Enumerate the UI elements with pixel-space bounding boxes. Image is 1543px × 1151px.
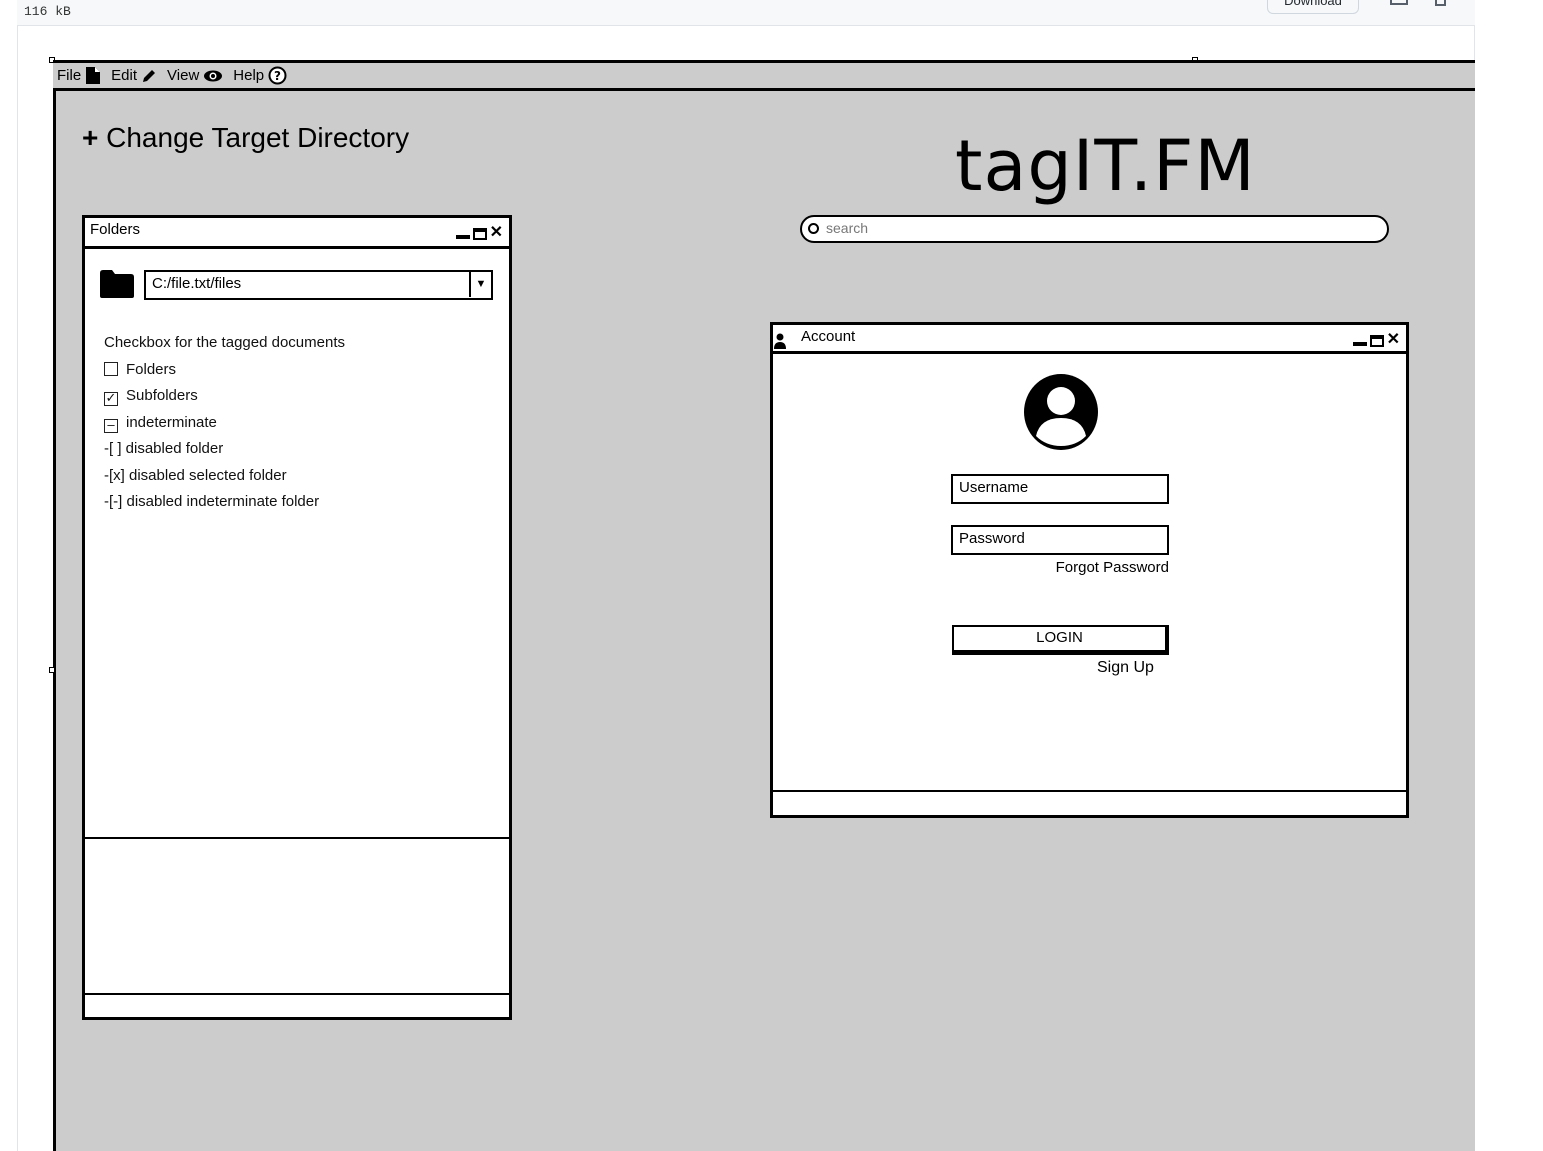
username-field[interactable]: Username	[951, 474, 1169, 504]
plus-icon: +	[82, 122, 99, 153]
menu-edit[interactable]: Edit	[111, 67, 137, 84]
search-icon	[808, 223, 819, 234]
menu-help[interactable]: Help	[233, 67, 264, 84]
checkbox-label: Subfolders	[126, 387, 198, 404]
close-icon[interactable]: ✕	[1387, 329, 1400, 349]
login-button[interactable]: LOGIN	[952, 625, 1169, 655]
folders-titlebar: Folders ✕	[85, 218, 509, 249]
divider	[85, 837, 509, 839]
checkbox-indeterminate[interactable]: – indeterminate	[104, 414, 494, 441]
checkbox-unchecked-icon	[104, 361, 118, 376]
eye-icon	[204, 70, 223, 81]
change-target-directory-link[interactable]: + Change Target Directory	[82, 122, 409, 154]
pencil-icon	[143, 69, 156, 82]
minimize-icon[interactable]	[1352, 342, 1367, 346]
folder-icon	[100, 270, 134, 298]
maximize-icon[interactable]	[472, 228, 487, 240]
app-logo: tagIT.FM	[955, 125, 1256, 207]
file-icon	[86, 67, 101, 84]
menu-view[interactable]: View	[167, 67, 199, 84]
download-button[interactable]: Download	[1267, 0, 1359, 14]
resize-handle[interactable]	[49, 667, 55, 673]
account-window: Account ✕ Username Password Forgot Passw…	[770, 322, 1409, 818]
file-size: 116 kB	[24, 4, 71, 19]
avatar-icon	[1024, 374, 1098, 450]
folders-window: Folders ✕ C:/file.txt/files ▼ Checkbox f…	[82, 215, 512, 1020]
maximize-icon[interactable]	[1369, 335, 1384, 347]
status-bar	[85, 993, 509, 995]
browser-toolbar	[17, 0, 1475, 26]
disabled-selected-folder: -[x] disabled selected folder	[104, 466, 287, 484]
chevron-down-icon[interactable]: ▼	[469, 272, 491, 297]
menu-bar: File Edit View Help ?	[53, 60, 1475, 91]
password-placeholder: Password	[959, 530, 1025, 547]
checkbox-caption: Checkbox for the tagged documents	[104, 334, 345, 351]
trash-icon[interactable]	[1435, 0, 1446, 6]
close-icon[interactable]: ✕	[490, 222, 503, 242]
change-target-directory-label: Change Target Directory	[106, 122, 410, 153]
search-input[interactable]: search	[800, 215, 1389, 243]
account-window-title: Account	[801, 328, 856, 345]
svg-text:?: ?	[274, 69, 281, 83]
checkbox-label: Folders	[126, 360, 177, 378]
disabled-folder: -[ ] disabled folder	[104, 440, 224, 457]
username-placeholder: Username	[959, 479, 1029, 496]
minimize-icon[interactable]	[455, 235, 470, 239]
checkbox-label: indeterminate	[126, 413, 217, 431]
checkbox-indeterminate-icon: –	[104, 418, 118, 433]
path-value: C:/file.txt/files	[152, 275, 242, 292]
checkbox-folders[interactable]: Folders	[104, 361, 494, 388]
checkbox-checked-icon: ✓	[104, 390, 118, 406]
search-placeholder: search	[826, 220, 869, 236]
path-combobox[interactable]: C:/file.txt/files ▼	[144, 270, 493, 300]
status-bar	[773, 790, 1406, 792]
menu-file[interactable]: File	[57, 67, 81, 84]
account-titlebar: Account ✕	[773, 325, 1406, 354]
password-field[interactable]: Password	[951, 525, 1169, 555]
forgot-password-link[interactable]: Forgot Password	[951, 559, 1169, 576]
disabled-indeterminate-folder: -[-] disabled indeterminate folder	[104, 493, 320, 510]
desktop-icon[interactable]	[1390, 0, 1408, 5]
checkbox-subfolders[interactable]: ✓ Subfolders	[104, 387, 494, 414]
help-icon: ?	[268, 66, 287, 85]
user-icon	[774, 333, 786, 349]
sign-up-link[interactable]: Sign Up	[1097, 659, 1154, 677]
folders-window-title: Folders	[90, 221, 141, 238]
